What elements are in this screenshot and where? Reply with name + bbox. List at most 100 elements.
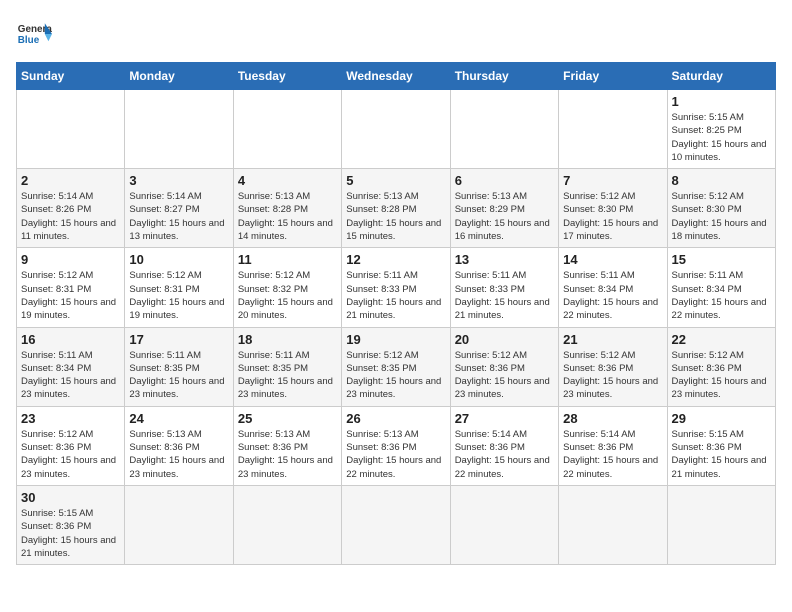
- day-number: 23: [21, 411, 120, 426]
- day-number: 15: [672, 252, 771, 267]
- calendar-day: 19 Sunrise: 5:12 AM Sunset: 8:35 PM Dayli…: [342, 327, 450, 406]
- day-number: 27: [455, 411, 554, 426]
- day-info: Sunrise: 5:12 AM Sunset: 8:36 PM Dayligh…: [21, 428, 120, 481]
- day-number: 26: [346, 411, 445, 426]
- day-info: Sunrise: 5:11 AM Sunset: 8:35 PM Dayligh…: [238, 349, 337, 402]
- calendar-day: [125, 485, 233, 564]
- day-number: 14: [563, 252, 662, 267]
- calendar-day: 13Sunrise: 5:11 AM Sunset: 8:33 PM Dayli…: [450, 248, 558, 327]
- day-info: Sunrise: 5:12 AM Sunset: 8:36 PM Dayligh…: [563, 349, 662, 402]
- day-info: Sunrise: 5:13 AM Sunset: 8:36 PM Dayligh…: [346, 428, 445, 481]
- day-info: Sunrise: 5:12 AM Sunset: 8:31 PM Dayligh…: [129, 269, 228, 322]
- day-info: Sunrise: 5:11 AM Sunset: 8:33 PM Dayligh…: [455, 269, 554, 322]
- calendar-day: 14 Sunrise: 5:11 AM Sunset: 8:34 PM Dayli…: [559, 248, 667, 327]
- day-info: Sunrise: 5:14 AM Sunset: 8:27 PM Dayligh…: [129, 190, 228, 243]
- weekday-header-saturday: Saturday: [667, 63, 775, 90]
- day-number: 21: [563, 332, 662, 347]
- calendar-day: 6Sunrise: 5:13 AM Sunset: 8:29 PM Daylig…: [450, 169, 558, 248]
- day-info: Sunrise: 5:11 AM Sunset: 8:34 PM Dayligh…: [21, 349, 120, 402]
- day-info: Sunrise: 5:12 AM Sunset: 8:35 PM Dayligh…: [346, 349, 445, 402]
- day-info: Sunrise: 5:14 AM Sunset: 8:36 PM Dayligh…: [455, 428, 554, 481]
- day-number: 12: [346, 252, 445, 267]
- day-number: 2: [21, 173, 120, 188]
- calendar-day: 11Sunrise: 5:12 AM Sunset: 8:32 PM Dayli…: [233, 248, 341, 327]
- day-info: Sunrise: 5:13 AM Sunset: 8:29 PM Dayligh…: [455, 190, 554, 243]
- day-info: Sunrise: 5:12 AM Sunset: 8:30 PM Dayligh…: [672, 190, 771, 243]
- day-number: 3: [129, 173, 228, 188]
- day-number: 22: [672, 332, 771, 347]
- calendar-day: 28 Sunrise: 5:14 AM Sunset: 8:36 PM Dayli…: [559, 406, 667, 485]
- day-info: Sunrise: 5:12 AM Sunset: 8:31 PM Dayligh…: [21, 269, 120, 322]
- day-number: 18: [238, 332, 337, 347]
- calendar-week-1: 1 Sunrise: 5:15 AM Sunset: 8:25 PM Daylig…: [17, 90, 776, 169]
- day-number: 10: [129, 252, 228, 267]
- calendar-day: 30 Sunrise: 5:15 AM Sunset: 8:36 PM Dayli…: [17, 485, 125, 564]
- calendar-day: 9 Sunrise: 5:12 AM Sunset: 8:31 PM Daylig…: [17, 248, 125, 327]
- day-info: Sunrise: 5:12 AM Sunset: 8:36 PM Dayligh…: [455, 349, 554, 402]
- calendar-day: 8 Sunrise: 5:12 AM Sunset: 8:30 PM Daylig…: [667, 169, 775, 248]
- day-number: 8: [672, 173, 771, 188]
- day-number: 9: [21, 252, 120, 267]
- weekday-header-friday: Friday: [559, 63, 667, 90]
- day-info: Sunrise: 5:13 AM Sunset: 8:28 PM Dayligh…: [346, 190, 445, 243]
- calendar-day: 27 Sunrise: 5:14 AM Sunset: 8:36 PM Dayli…: [450, 406, 558, 485]
- day-info: Sunrise: 5:11 AM Sunset: 8:34 PM Dayligh…: [563, 269, 662, 322]
- calendar-day: 15 Sunrise: 5:11 AM Sunset: 8:34 PM Dayli…: [667, 248, 775, 327]
- calendar-day: [17, 90, 125, 169]
- calendar-day: [667, 485, 775, 564]
- calendar-day: 16 Sunrise: 5:11 AM Sunset: 8:34 PM Dayli…: [17, 327, 125, 406]
- day-number: 24: [129, 411, 228, 426]
- calendar-week-6: 30 Sunrise: 5:15 AM Sunset: 8:36 PM Dayli…: [17, 485, 776, 564]
- day-number: 16: [21, 332, 120, 347]
- day-info: Sunrise: 5:15 AM Sunset: 8:25 PM Dayligh…: [672, 111, 771, 164]
- calendar-day: 18 Sunrise: 5:11 AM Sunset: 8:35 PM Dayli…: [233, 327, 341, 406]
- day-info: Sunrise: 5:13 AM Sunset: 8:28 PM Dayligh…: [238, 190, 337, 243]
- day-info: Sunrise: 5:14 AM Sunset: 8:26 PM Dayligh…: [21, 190, 120, 243]
- weekday-header-sunday: Sunday: [17, 63, 125, 90]
- calendar-week-5: 23 Sunrise: 5:12 AM Sunset: 8:36 PM Dayli…: [17, 406, 776, 485]
- day-number: 5: [346, 173, 445, 188]
- day-number: 30: [21, 490, 120, 505]
- weekday-header-monday: Monday: [125, 63, 233, 90]
- day-number: 1: [672, 94, 771, 109]
- calendar-day: [450, 90, 558, 169]
- calendar-day: 29Sunrise: 5:15 AM Sunset: 8:36 PM Dayli…: [667, 406, 775, 485]
- day-info: Sunrise: 5:15 AM Sunset: 8:36 PM Dayligh…: [21, 507, 120, 560]
- calendar-day: 17Sunrise: 5:11 AM Sunset: 8:35 PM Dayli…: [125, 327, 233, 406]
- calendar-body: 1 Sunrise: 5:15 AM Sunset: 8:25 PM Daylig…: [17, 90, 776, 565]
- calendar-day: [450, 485, 558, 564]
- calendar-week-2: 2 Sunrise: 5:14 AM Sunset: 8:26 PM Daylig…: [17, 169, 776, 248]
- calendar-table: SundayMondayTuesdayWednesdayThursdayFrid…: [16, 62, 776, 565]
- calendar-day: 2 Sunrise: 5:14 AM Sunset: 8:26 PM Daylig…: [17, 169, 125, 248]
- svg-text:Blue: Blue: [18, 35, 40, 46]
- day-number: 20: [455, 332, 554, 347]
- weekday-header-tuesday: Tuesday: [233, 63, 341, 90]
- calendar-day: 3 Sunrise: 5:14 AM Sunset: 8:27 PM Daylig…: [125, 169, 233, 248]
- day-info: Sunrise: 5:12 AM Sunset: 8:30 PM Dayligh…: [563, 190, 662, 243]
- logo: General Blue: [16, 16, 52, 52]
- calendar-day: 22Sunrise: 5:12 AM Sunset: 8:36 PM Dayli…: [667, 327, 775, 406]
- calendar-day: [342, 90, 450, 169]
- day-info: Sunrise: 5:13 AM Sunset: 8:36 PM Dayligh…: [238, 428, 337, 481]
- calendar-day: 24Sunrise: 5:13 AM Sunset: 8:36 PM Dayli…: [125, 406, 233, 485]
- calendar-day: 10 Sunrise: 5:12 AM Sunset: 8:31 PM Dayli…: [125, 248, 233, 327]
- calendar-day: 21 Sunrise: 5:12 AM Sunset: 8:36 PM Dayli…: [559, 327, 667, 406]
- page-header: General Blue: [16, 16, 776, 52]
- day-number: 7: [563, 173, 662, 188]
- day-number: 17: [129, 332, 228, 347]
- calendar-day: 26 Sunrise: 5:13 AM Sunset: 8:36 PM Dayli…: [342, 406, 450, 485]
- calendar-day: [233, 90, 341, 169]
- day-info: Sunrise: 5:11 AM Sunset: 8:34 PM Dayligh…: [672, 269, 771, 322]
- day-number: 4: [238, 173, 337, 188]
- day-info: Sunrise: 5:15 AM Sunset: 8:36 PM Dayligh…: [672, 428, 771, 481]
- day-info: Sunrise: 5:14 AM Sunset: 8:36 PM Dayligh…: [563, 428, 662, 481]
- calendar-day: 5 Sunrise: 5:13 AM Sunset: 8:28 PM Daylig…: [342, 169, 450, 248]
- day-number: 19: [346, 332, 445, 347]
- calendar-day: 25Sunrise: 5:13 AM Sunset: 8:36 PM Dayli…: [233, 406, 341, 485]
- calendar-day: [342, 485, 450, 564]
- calendar-week-4: 16 Sunrise: 5:11 AM Sunset: 8:34 PM Dayli…: [17, 327, 776, 406]
- calendar-day: [233, 485, 341, 564]
- calendar-day: 4 Sunrise: 5:13 AM Sunset: 8:28 PM Daylig…: [233, 169, 341, 248]
- day-info: Sunrise: 5:11 AM Sunset: 8:33 PM Dayligh…: [346, 269, 445, 322]
- day-number: 28: [563, 411, 662, 426]
